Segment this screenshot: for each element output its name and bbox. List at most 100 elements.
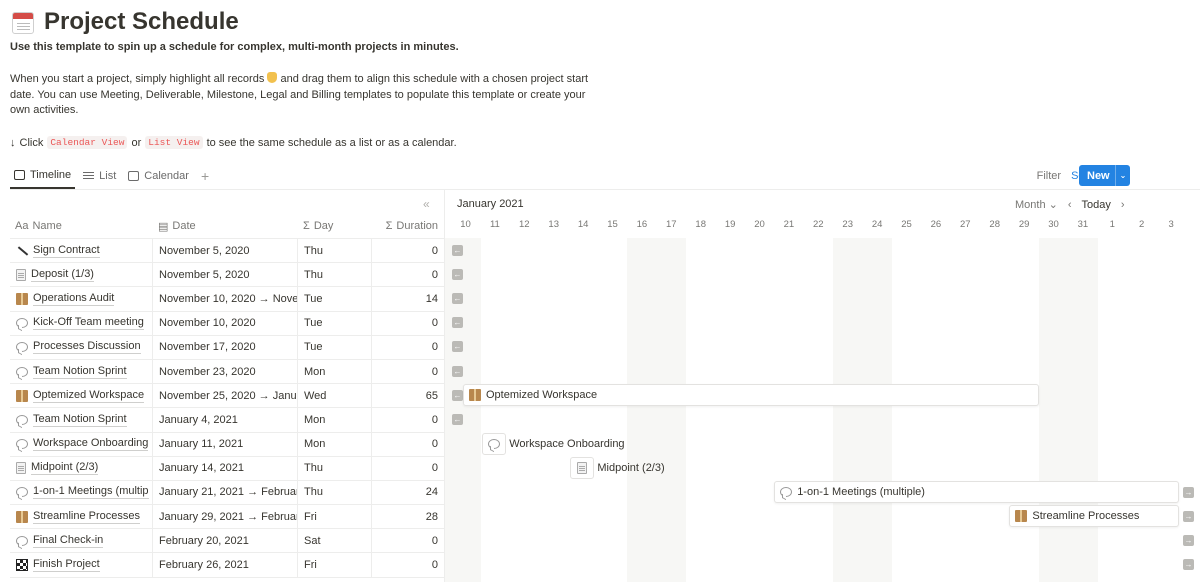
cell-name[interactable]: Final Check-in: [10, 529, 153, 553]
row-name[interactable]: Workspace Onboarding: [33, 437, 149, 452]
cell-name[interactable]: Team Notion Sprint: [10, 359, 153, 384]
table-row[interactable]: Kick-Off Team meeting November 10, 2020 Tu…: [10, 311, 444, 336]
box-icon: [16, 389, 28, 402]
cell-name[interactable]: Operations Audit: [10, 287, 153, 311]
cell-date[interactable]: November 23, 2020: [153, 359, 298, 384]
row-name[interactable]: Final Check-in: [33, 534, 104, 548]
header-name[interactable]: Aa Name: [10, 216, 153, 236]
cell-name[interactable]: Workspace Onboarding: [10, 432, 153, 456]
cell-name[interactable]: Sign Contract: [10, 239, 153, 263]
cell-date[interactable]: November 25, 2020 → Janua: [153, 384, 298, 408]
cell-date[interactable]: February 20, 2021: [153, 529, 298, 553]
row-name[interactable]: Team Notion Sprint: [33, 413, 127, 427]
header-date[interactable]: ▤ Date: [153, 216, 298, 236]
date-property-icon: ▤: [158, 220, 169, 233]
row-name[interactable]: Team Notion Sprint: [33, 365, 127, 379]
cell-date[interactable]: November 10, 2020: [153, 311, 298, 335]
cell-date[interactable]: January 14, 2021: [153, 456, 298, 480]
milestone-card[interactable]: [570, 456, 595, 479]
timeline-milestone[interactable]: Workspace Onboarding: [482, 432, 625, 455]
scroll-left-arrow-icon[interactable]: ←: [452, 365, 463, 377]
table-row[interactable]: Processes Discussion November 17, 2020 Tue…: [10, 335, 444, 360]
cell-date[interactable]: February 26, 2021: [153, 553, 298, 577]
timeline-bar[interactable]: 1-on-1 Meetings (multiple): [774, 481, 1179, 503]
scroll-left-arrow-icon[interactable]: ←: [452, 317, 463, 329]
scroll-right-arrow-icon[interactable]: →: [1183, 486, 1194, 498]
chevron-down-icon[interactable]: ⌄: [1115, 165, 1130, 186]
scroll-right-arrow-icon[interactable]: →: [1183, 510, 1194, 522]
table-row[interactable]: Team Notion Sprint November 23, 2020 Mon 0: [10, 359, 444, 385]
table-row[interactable]: Optemized Workspace November 25, 2020 → J…: [10, 384, 444, 409]
timeline-bar[interactable]: Optemized Workspace: [463, 384, 1039, 407]
cell-name[interactable]: Team Notion Sprint: [10, 408, 153, 432]
timeline-milestone[interactable]: Midpoint (2/3): [570, 456, 665, 479]
cell-date[interactable]: November 17, 2020: [153, 335, 298, 359]
weekend-column: [627, 238, 686, 582]
table-row[interactable]: Deposit (1/3) November 5, 2020 Thu 0: [10, 263, 444, 288]
scroll-left-arrow-icon[interactable]: ←: [452, 292, 463, 304]
scale-select[interactable]: Month ⌄: [1015, 198, 1058, 211]
row-name[interactable]: Finish Project: [33, 558, 100, 573]
new-button[interactable]: New ⌄: [1079, 165, 1130, 186]
cell-name[interactable]: Optemized Workspace: [10, 384, 153, 408]
row-name[interactable]: Streamline Processes: [33, 510, 140, 524]
day-label: 1: [1109, 219, 1115, 230]
row-name[interactable]: Kick-Off Team meeting: [33, 316, 144, 331]
scroll-left-arrow-icon[interactable]: ←: [452, 244, 463, 256]
cell-date[interactable]: November 5, 2020: [153, 239, 298, 263]
tab-calendar[interactable]: Calendar: [124, 163, 193, 189]
cell-name[interactable]: Deposit (1/3): [10, 263, 153, 287]
cell-name[interactable]: Streamline Processes: [10, 505, 153, 529]
scroll-left-arrow-icon[interactable]: ←: [452, 268, 463, 280]
row-name[interactable]: Processes Discussion: [33, 340, 141, 355]
cell-date[interactable]: November 5, 2020: [153, 263, 298, 287]
cell-duration: 0: [431, 244, 438, 257]
cell-date[interactable]: November 10, 2020 → Nover: [153, 287, 298, 311]
scroll-right-arrow-icon[interactable]: →: [1183, 559, 1194, 571]
table-row[interactable]: 1-on-1 Meetings (multip January 21, 2021 …: [10, 480, 444, 506]
table-row[interactable]: Finish Project February 26, 2021 Fri 0: [10, 553, 444, 578]
prev-icon[interactable]: ‹: [1068, 199, 1072, 211]
scroll-left-arrow-icon[interactable]: ←: [452, 341, 463, 353]
table-row[interactable]: Operations Audit November 10, 2020 → Nove…: [10, 287, 444, 312]
cell-date[interactable]: January 11, 2021: [153, 432, 298, 456]
collapse-table-icon[interactable]: «: [423, 197, 430, 211]
row-name[interactable]: Midpoint (2/3): [31, 461, 99, 476]
table-row[interactable]: Streamline Processes January 29, 2021 → F…: [10, 505, 444, 530]
cell-date[interactable]: January 4, 2021: [153, 408, 298, 432]
tab-timeline[interactable]: Timeline: [10, 163, 76, 189]
scroll-left-arrow-icon[interactable]: ←: [452, 389, 463, 401]
table-row[interactable]: Midpoint (2/3) January 14, 2021 Thu 0: [10, 456, 444, 481]
scroll-left-arrow-icon[interactable]: ←: [452, 413, 463, 425]
tab-list[interactable]: List: [79, 163, 120, 189]
table-row[interactable]: Team Notion Sprint January 4, 2021 Mon 0: [10, 408, 444, 433]
cell-date[interactable]: January 21, 2021 → February: [153, 480, 298, 505]
calendar-icon[interactable]: [10, 9, 36, 35]
cell-date[interactable]: January 29, 2021 → February: [153, 505, 298, 529]
row-name[interactable]: Optemized Workspace: [33, 389, 145, 403]
cell-name[interactable]: Finish Project: [10, 553, 153, 577]
header-duration[interactable]: Σ Duration: [372, 216, 444, 236]
row-name[interactable]: 1-on-1 Meetings (multip: [33, 485, 149, 500]
add-view-button[interactable]: +: [197, 168, 213, 184]
filter-button[interactable]: Filter: [1037, 170, 1061, 182]
cell-name[interactable]: Processes Discussion: [10, 335, 153, 359]
table-row[interactable]: Final Check-in February 20, 2021 Sat 0: [10, 529, 444, 554]
next-icon[interactable]: ›: [1121, 199, 1125, 211]
cell-name[interactable]: 1-on-1 Meetings (multip: [10, 480, 153, 505]
table-row[interactable]: Sign Contract November 5, 2020 Thu 0: [10, 239, 444, 264]
table-row[interactable]: Workspace Onboarding January 11, 2021 Mon 0: [10, 432, 444, 457]
timeline-grid: 10 11 12 13 14 15 16 17 18 19 20 21 22 23 24 25 26 27 28 29…: [445, 216, 1200, 582]
row-name[interactable]: Sign Contract: [33, 244, 100, 258]
cell-name[interactable]: Kick-Off Team meeting: [10, 311, 153, 335]
header-day[interactable]: Σ Day: [298, 216, 372, 236]
row-name[interactable]: Operations Audit: [33, 292, 115, 306]
row-name[interactable]: Deposit (1/3): [31, 268, 94, 282]
scroll-right-arrow-icon[interactable]: →: [1183, 534, 1194, 546]
cell-name[interactable]: Midpoint (2/3): [10, 456, 153, 480]
milestone-card[interactable]: [482, 432, 507, 455]
page-title[interactable]: Project Schedule: [44, 8, 239, 36]
day-label: 24: [871, 219, 883, 230]
timeline-bar[interactable]: Streamline Processes: [1009, 505, 1179, 528]
today-button[interactable]: Today: [1082, 199, 1111, 211]
